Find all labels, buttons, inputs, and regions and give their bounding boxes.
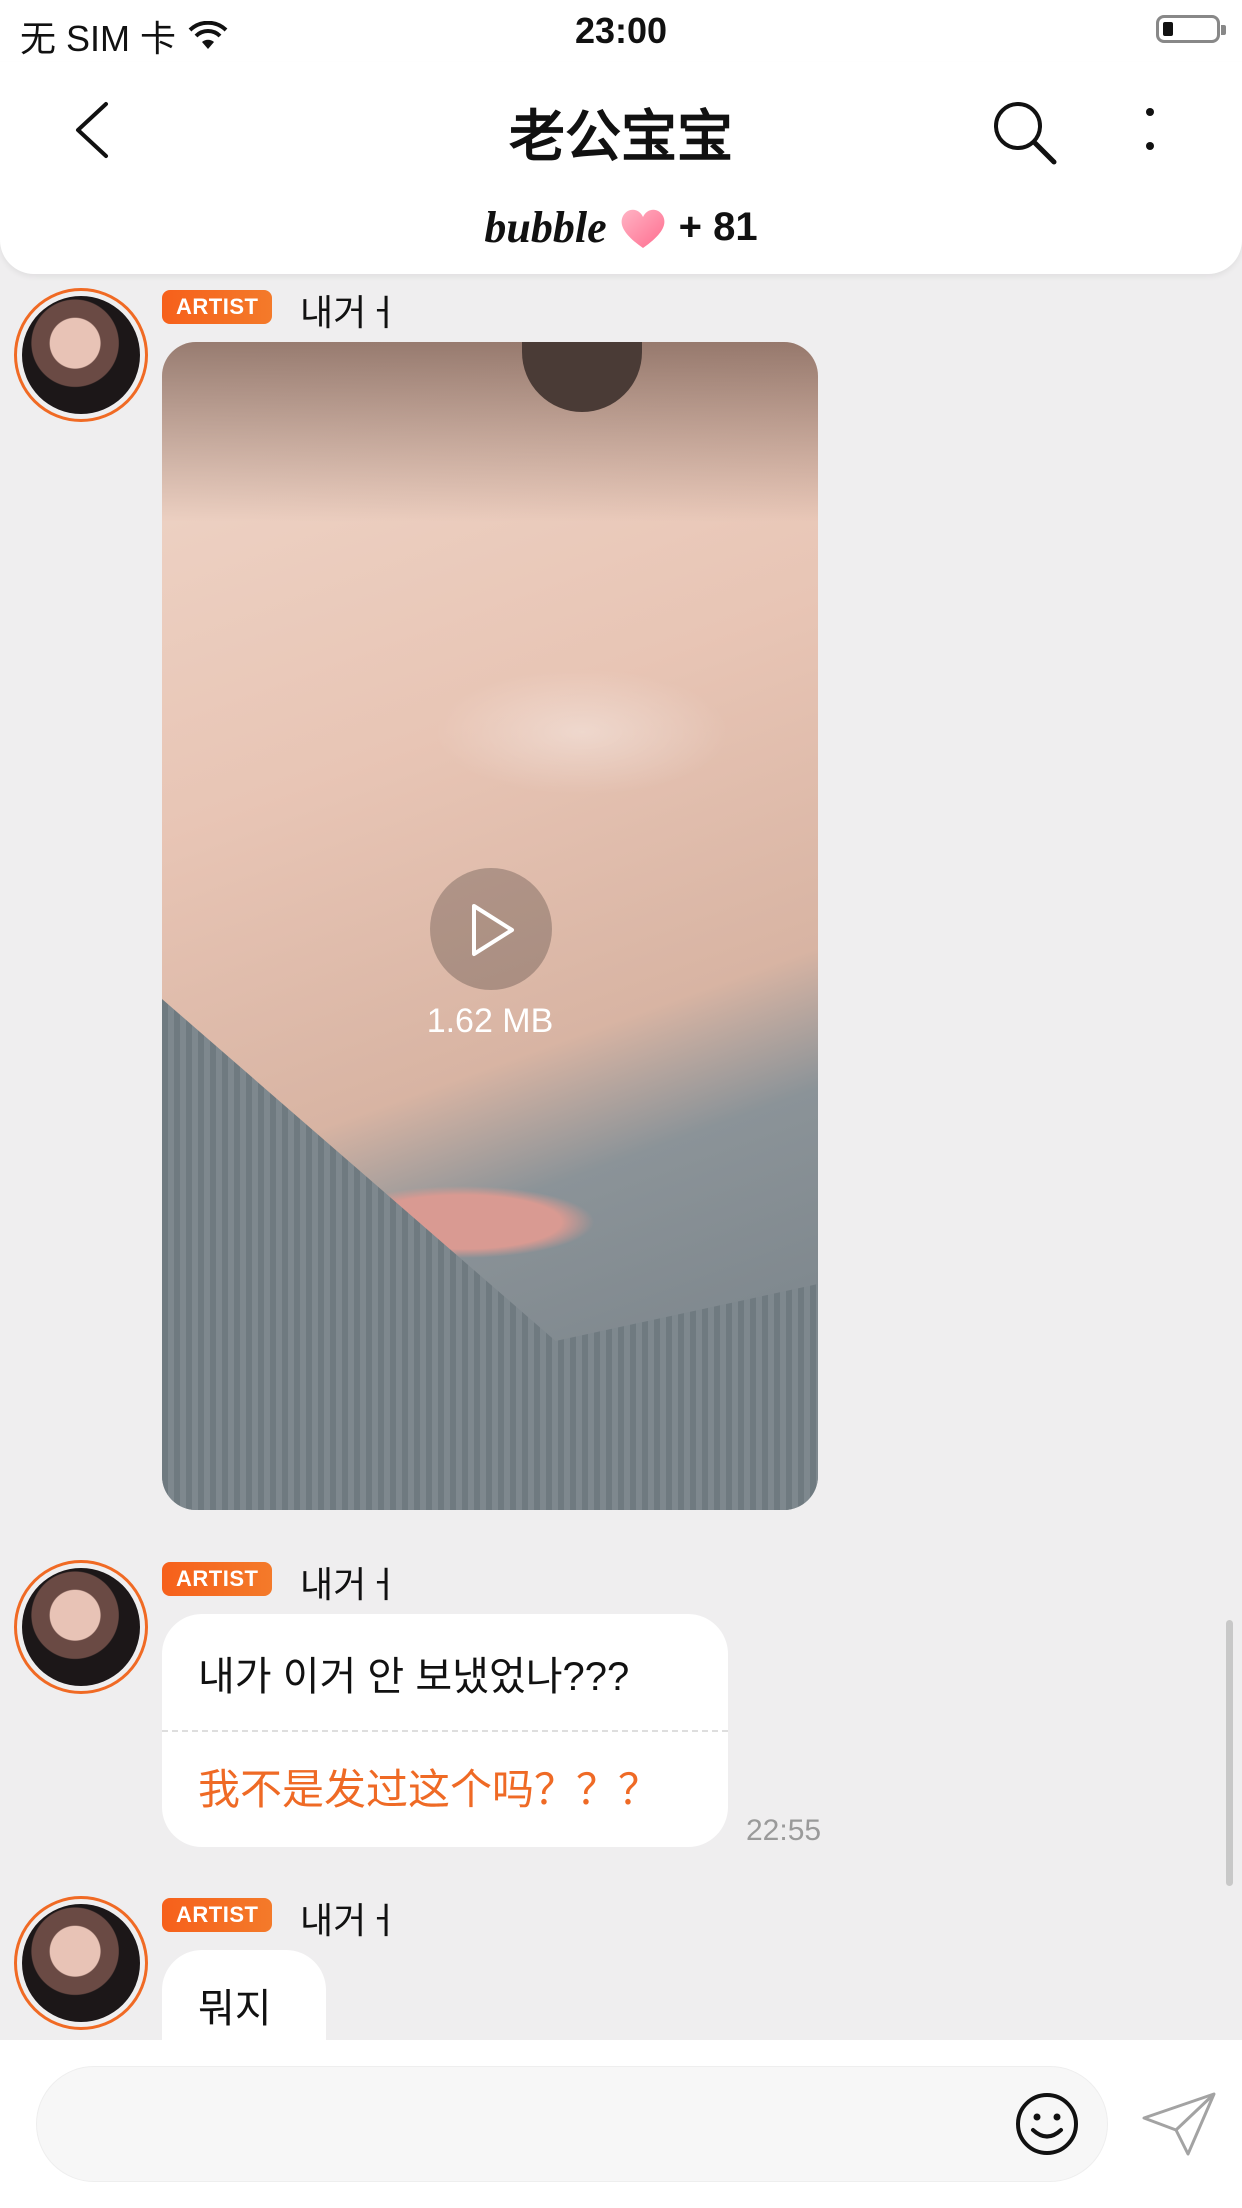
message-time: 22:55 (746, 1814, 822, 1847)
chat-header: 老公宝宝 bubble + 81 (0, 62, 1242, 274)
send-icon[interactable] (1140, 2090, 1218, 2160)
sender-name: 내거ㅓ (300, 1564, 400, 1605)
video-thumbnail[interactable]: 1.62 MB (162, 342, 818, 1510)
scrollbar[interactable] (1226, 1620, 1233, 1886)
status-time: 23:00 (574, 10, 668, 51)
sender-name: 내거ㅓ (300, 292, 400, 333)
status-bar: 无 SIM 卡 23:00 (0, 0, 1242, 62)
heart-icon (621, 209, 665, 248)
message-text: 내가 이거 안 보냈었나??? (198, 1655, 630, 1699)
play-button[interactable] (430, 868, 552, 990)
message-text: 뭐지 (198, 1987, 272, 2031)
message-bubble[interactable]: 내가 이거 안 보냈었나??? 我不是发过这个吗？？？ (162, 1614, 728, 1847)
artist-badge: ARTIST (162, 290, 273, 324)
artist-badge: ARTIST (162, 1898, 273, 1932)
avatar[interactable] (14, 1560, 148, 1694)
bubble-count: + 81 (678, 205, 758, 249)
avatar[interactable] (14, 288, 148, 422)
bubble-logo: bubble (484, 203, 607, 252)
composer-bar (0, 2040, 1242, 2208)
bubble-status[interactable]: bubble + 81 (0, 202, 1242, 253)
play-icon (472, 904, 514, 956)
more-options-icon[interactable] (1130, 100, 1170, 160)
sender-name: 내거ㅓ (300, 1900, 400, 1941)
message-translation: 我不是发过这个吗？？？ (198, 1766, 661, 1813)
avatar[interactable] (14, 1896, 148, 2030)
message-bubble[interactable]: 뭐지 (162, 1950, 326, 2040)
emoji-icon[interactable] (1014, 2091, 1080, 2157)
file-size: 1.62 MB (426, 1002, 554, 1040)
message-input[interactable] (36, 2066, 1108, 2182)
search-icon[interactable] (990, 98, 1060, 168)
artist-badge: ARTIST (162, 1562, 273, 1596)
battery-icon (1156, 15, 1226, 43)
